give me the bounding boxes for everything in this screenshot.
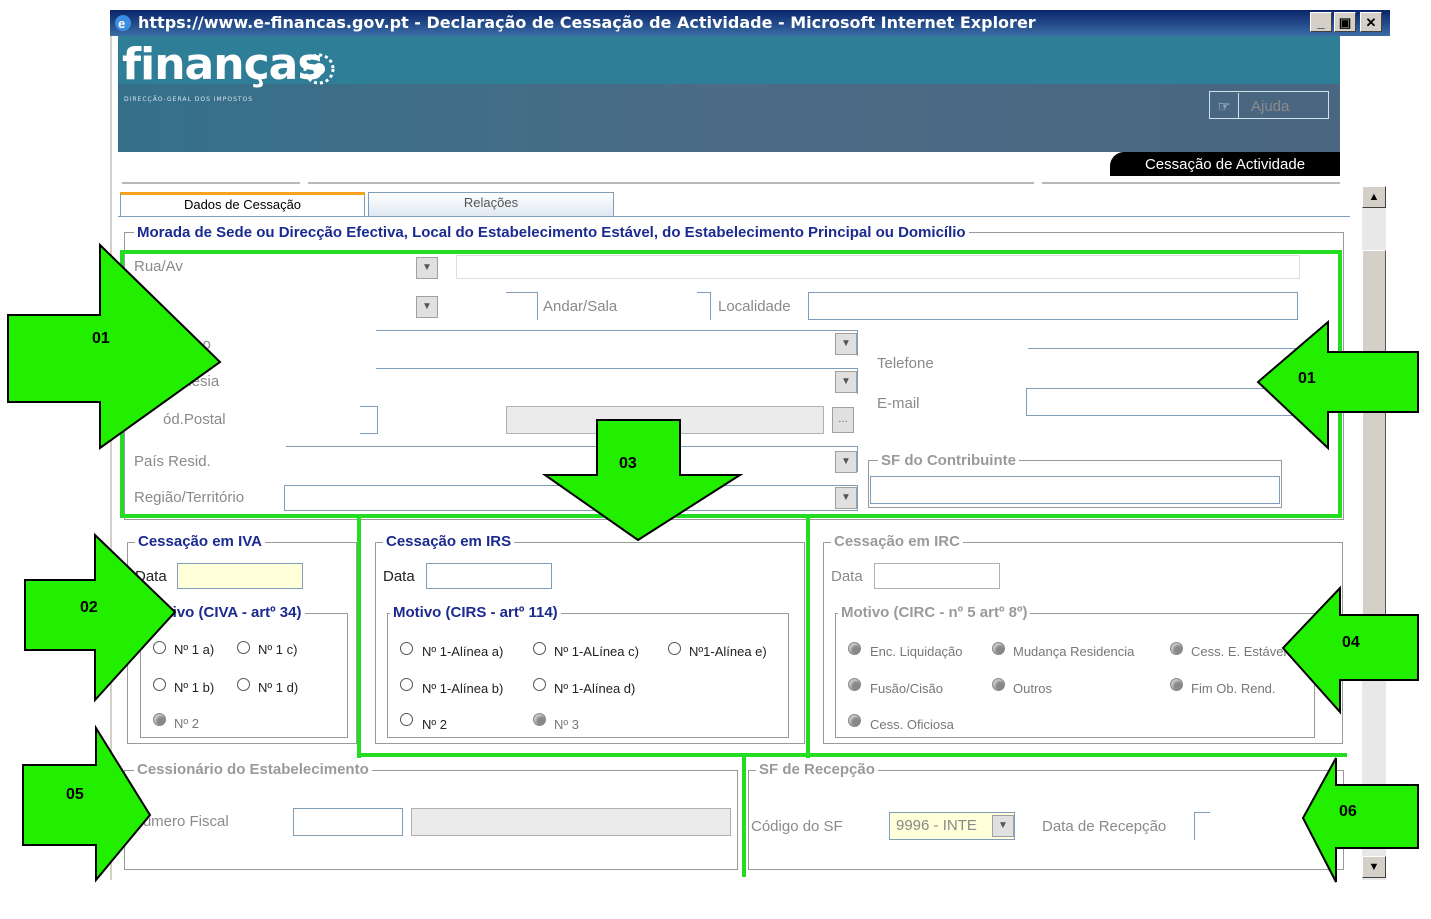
- annotation-label: 02: [80, 599, 98, 616]
- annotation-arrows: [7, 242, 1419, 883]
- annotation-label: 03: [619, 455, 637, 472]
- arrow-01-left: [7, 242, 222, 450]
- annotation-label: 05: [66, 786, 84, 803]
- annotation-label: 04: [1342, 634, 1360, 651]
- annotation-label: 01: [92, 330, 110, 347]
- annotation-label: 01: [1298, 370, 1316, 387]
- arrow-05-left: [22, 724, 152, 883]
- annotation-label: 06: [1339, 803, 1357, 820]
- arrow-03-down: [541, 419, 744, 542]
- arrow-06-right: [1301, 757, 1419, 883]
- arrow-02-left: [24, 532, 177, 703]
- arrow-01-right: [1256, 319, 1419, 451]
